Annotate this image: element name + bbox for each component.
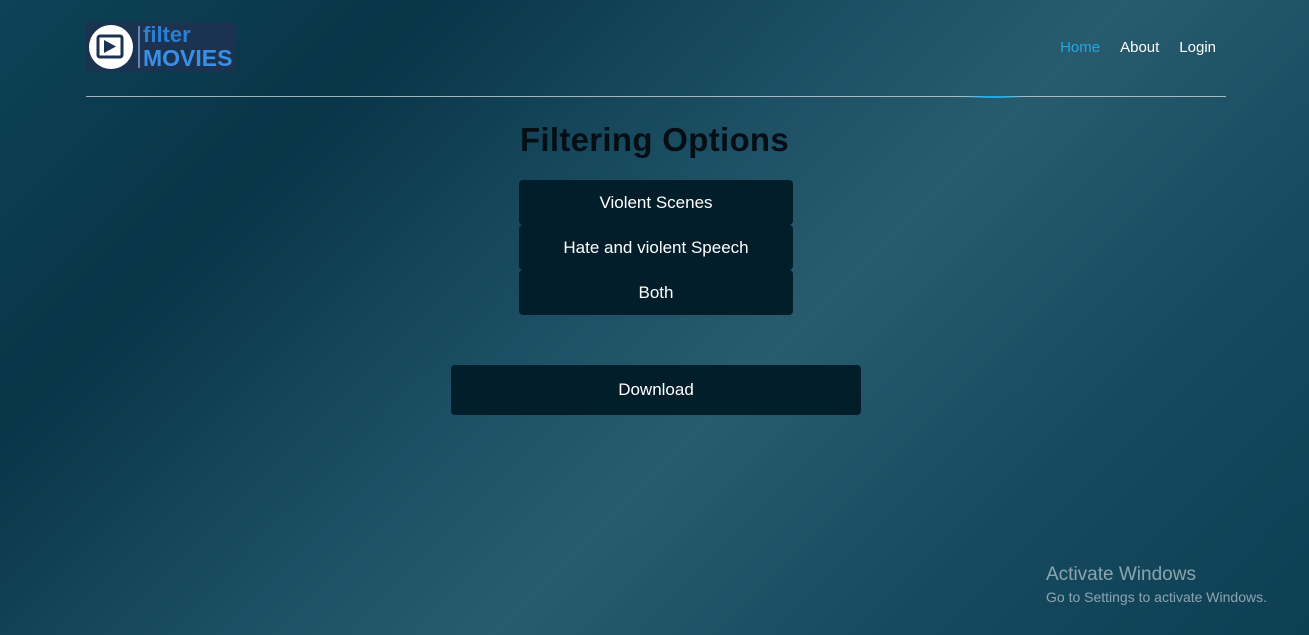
option-hate-speech-button[interactable]: Hate and violent Speech bbox=[519, 225, 793, 270]
watermark-title: Activate Windows bbox=[1046, 564, 1196, 585]
download-button[interactable]: Download bbox=[451, 365, 861, 415]
watermark-subtitle: Go to Settings to activate Windows. bbox=[1046, 589, 1267, 605]
play-icon bbox=[89, 25, 133, 69]
page-title: Filtering Options bbox=[519, 121, 790, 158]
logo-text-filter: filter bbox=[143, 22, 191, 47]
logo-text-movies: MOVIES bbox=[143, 45, 233, 71]
nav-link-home[interactable]: Home bbox=[1060, 39, 1100, 56]
logo-divider bbox=[138, 26, 140, 68]
option-violent-scenes-button[interactable]: Violent Scenes bbox=[519, 180, 793, 225]
option-both-button[interactable]: Both bbox=[519, 270, 793, 315]
nav-link-login[interactable]: Login bbox=[1179, 39, 1216, 56]
navbar: filter MOVIES Home About Login bbox=[86, 0, 1226, 97]
logo-text: filter MOVIES bbox=[143, 24, 232, 70]
filter-options-list: Violent Scenes Hate and violent Speech B… bbox=[519, 180, 793, 315]
site-logo[interactable]: filter MOVIES bbox=[86, 22, 235, 72]
nav-active-indicator bbox=[964, 96, 1024, 98]
nav-menu: Home About Login bbox=[1060, 39, 1216, 56]
nav-link-about[interactable]: About bbox=[1120, 39, 1159, 56]
activate-windows-watermark: Activate Windows Go to Settings to activ… bbox=[1046, 564, 1267, 605]
